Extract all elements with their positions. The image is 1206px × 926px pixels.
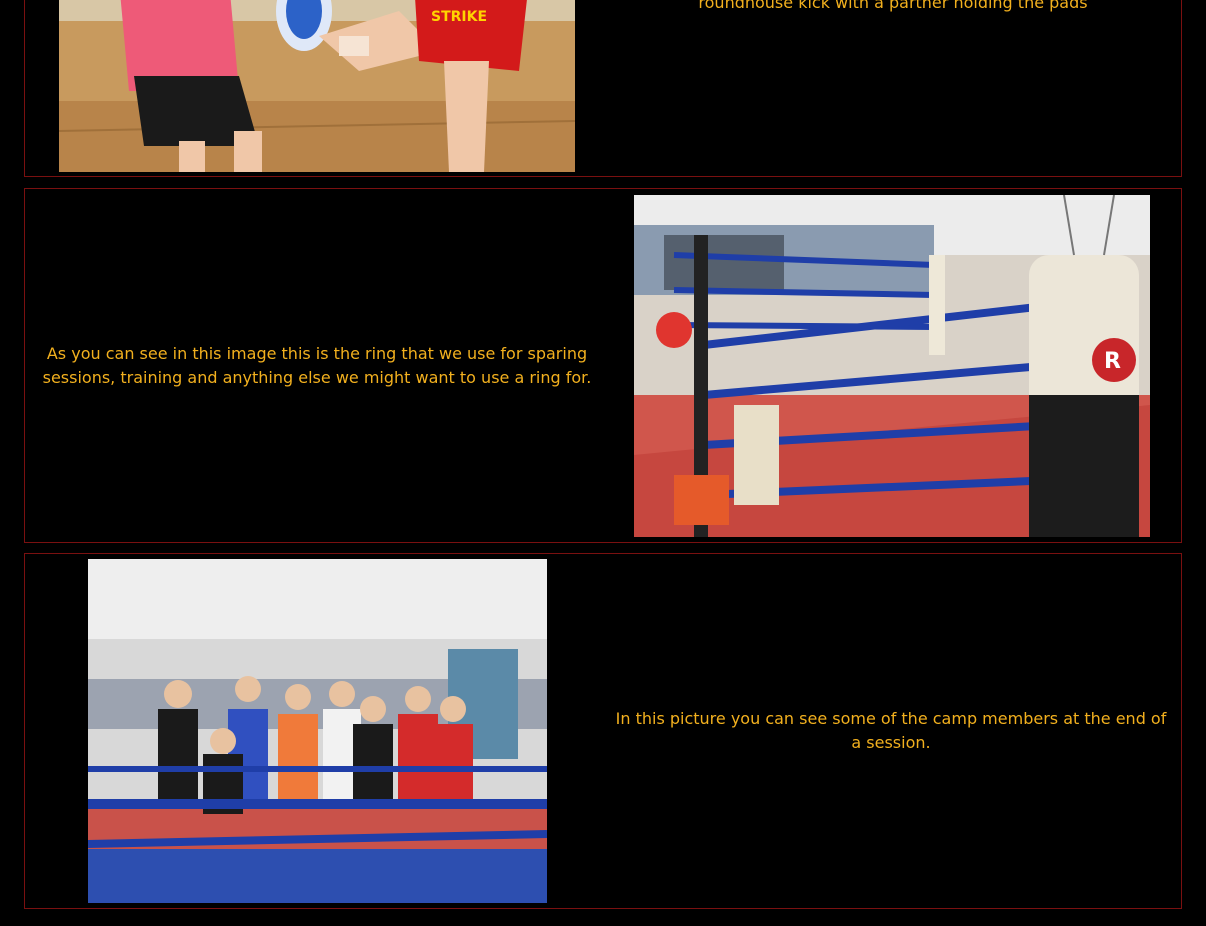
kick-caption-cell: roundhouse kick with a partner holding t…	[605, 0, 1181, 176]
ring-caption-cell: As you can see in this image this is the…	[39, 189, 595, 542]
svg-text:STRIKE: STRIKE	[431, 9, 487, 25]
gallery-row-1: STRIKE roundhouse kick with a partner ho…	[24, 0, 1182, 177]
page: STRIKE roundhouse kick with a partner ho…	[0, 0, 1206, 926]
gallery-row-2: As you can see in this image this is the…	[24, 188, 1182, 543]
svg-text:R: R	[1104, 349, 1121, 374]
gallery-row-3: In this picture you can see some of the …	[24, 553, 1182, 909]
kick-caption: roundhouse kick with a partner holding t…	[698, 0, 1088, 12]
camp-members-image	[88, 559, 547, 903]
camp-caption-cell: In this picture you can see some of the …	[611, 554, 1171, 908]
camp-caption: In this picture you can see some of the …	[615, 709, 1167, 752]
boxing-ring-image: R	[634, 195, 1150, 537]
ring-caption: As you can see in this image this is the…	[42, 343, 592, 387]
kick-pads-image: STRIKE	[59, 0, 575, 172]
